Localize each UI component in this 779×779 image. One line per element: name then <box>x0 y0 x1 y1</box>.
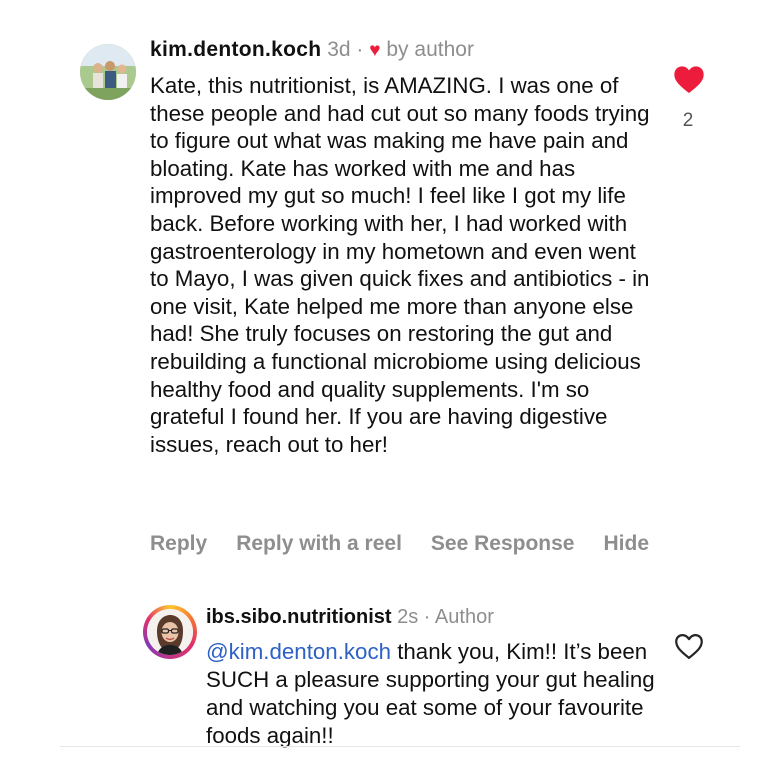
mention-link[interactable]: @kim.denton.koch <box>206 639 391 664</box>
like-count: 2 <box>682 110 694 131</box>
comment-time: 3d <box>327 38 351 61</box>
comment-header: kim.denton.koch 3d · ♥ by author <box>150 38 474 62</box>
liked-by-label: by author <box>386 38 474 61</box>
commenter-avatar[interactable] <box>80 44 136 100</box>
see-response-button[interactable]: See Response <box>431 532 575 556</box>
commenter-username[interactable]: kim.denton.koch <box>150 38 321 61</box>
separator: · <box>423 606 431 628</box>
reply-with-reel-button[interactable]: Reply with a reel <box>236 532 402 556</box>
comment-text: Kate, this nutritionist, is AMAZING. I w… <box>150 73 650 457</box>
heart-filled-icon[interactable] <box>673 64 705 94</box>
reply-button[interactable]: Reply <box>150 532 207 556</box>
author-badge: Author <box>434 606 494 628</box>
heart-outline-icon[interactable] <box>674 632 704 660</box>
comment-actions: Reply Reply with a reel See Response Hid… <box>150 532 649 556</box>
separator: · <box>356 38 364 61</box>
reply-username[interactable]: ibs.sibo.nutritionist <box>206 606 392 628</box>
hide-button[interactable]: Hide <box>604 532 650 556</box>
liked-heart-icon: ♥ <box>369 40 381 61</box>
divider <box>60 746 740 747</box>
author-avatar[interactable] <box>147 609 193 655</box>
reply-time: 2s <box>397 606 419 628</box>
reply-header: ibs.sibo.nutritionist 2s · Author <box>206 606 494 629</box>
reply-text: @kim.denton.koch thank you, Kim!! It’s b… <box>206 638 656 750</box>
